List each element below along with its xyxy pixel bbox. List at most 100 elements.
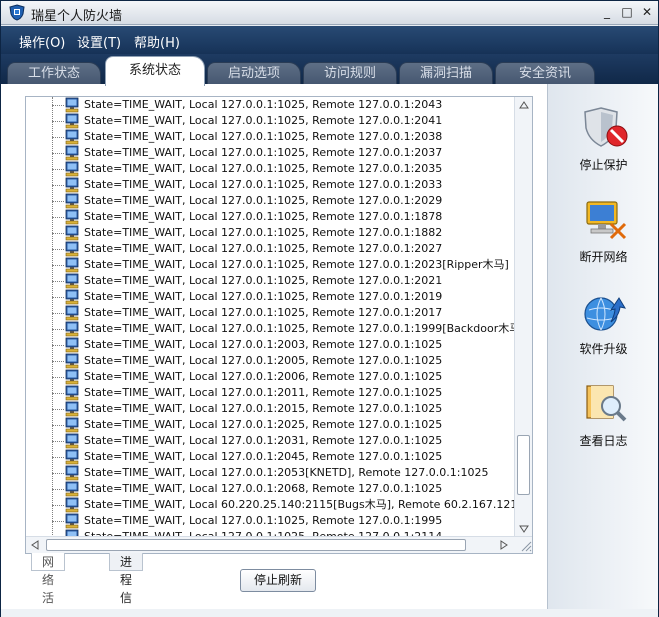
scroll-right-icon[interactable]	[498, 539, 510, 551]
stop-protection-label: 停止保护	[579, 158, 628, 172]
connection-row[interactable]: State=TIME_WAIT, Local 127.0.0.1:1025, R…	[26, 513, 514, 529]
horizontal-scroll-thumb[interactable]	[46, 539, 466, 551]
connection-row[interactable]: State=TIME_WAIT, Local 127.0.0.1:2025, R…	[26, 417, 514, 433]
connection-row[interactable]: State=TIME_WAIT, Local 127.0.0.1:2045, R…	[26, 449, 514, 465]
tab-vuln-scan[interactable]: 漏洞扫描	[399, 62, 493, 84]
menu-help[interactable]: 帮助(H)	[134, 32, 180, 51]
stop-refresh-button[interactable]: 停止刷新	[240, 569, 316, 592]
network-connection-icon	[65, 289, 79, 305]
menu-operate[interactable]: 操作(O)	[19, 32, 65, 51]
connection-text: State=TIME_WAIT, Local 127.0.0.1:1025, R…	[84, 194, 443, 207]
minimize-button[interactable]: _	[600, 4, 614, 20]
connection-text: State=TIME_WAIT, Local 127.0.0.1:1025, R…	[84, 274, 443, 287]
connection-row[interactable]: State=TIME_WAIT, Local 127.0.0.1:1025, R…	[26, 113, 514, 129]
network-connection-icon	[65, 129, 79, 145]
tree-branch	[52, 489, 64, 490]
tree-branch	[52, 201, 64, 202]
network-connection-icon	[65, 113, 79, 129]
resize-grip-icon[interactable]	[518, 538, 532, 552]
connection-text: State=TIME_WAIT, Local 127.0.0.1:1025, R…	[84, 290, 443, 303]
connection-row[interactable]: State=TIME_WAIT, Local 127.0.0.1:1025, R…	[26, 177, 514, 193]
view-log-button[interactable]: 查看日志	[548, 380, 659, 460]
menu-settings[interactable]: 设置(T)	[77, 32, 121, 51]
subtab-network-activity[interactable]: 网络活动	[31, 553, 66, 617]
stop-protection-button[interactable]: 停止保护	[548, 104, 659, 184]
connection-row[interactable]: State=TIME_WAIT, Local 127.0.0.1:2068, R…	[26, 481, 514, 497]
tree-branch	[52, 345, 64, 346]
connection-row[interactable]: State=TIME_WAIT, Local 127.0.0.1:1025, R…	[26, 129, 514, 145]
tree-branch	[52, 281, 64, 282]
tree-branch	[52, 297, 64, 298]
shield-logo-icon	[9, 4, 25, 21]
vertical-scrollbar[interactable]	[514, 97, 532, 537]
connection-row[interactable]: State=TIME_WAIT, Local 127.0.0.1:1025, R…	[26, 209, 514, 225]
network-connection-icon	[65, 145, 79, 161]
connection-row[interactable]: State=TIME_WAIT, Local 127.0.0.1:2003, R…	[26, 337, 514, 353]
network-connection-icon	[65, 401, 79, 417]
shield-stop-icon	[584, 107, 628, 147]
scroll-up-icon[interactable]	[518, 99, 530, 111]
scroll-down-icon[interactable]	[518, 523, 530, 535]
connection-row[interactable]: State=TIME_WAIT, Local 127.0.0.1:1025, R…	[26, 257, 514, 273]
connection-row[interactable]: State=TIME_WAIT, Local 127.0.0.1:2015, R…	[26, 401, 514, 417]
subtab-process-info[interactable]: 进程信息	[109, 553, 144, 617]
tab-startup-options[interactable]: 启动选项	[207, 62, 301, 84]
connection-text: State=TIME_WAIT, Local 127.0.0.1:1025, R…	[84, 322, 514, 335]
connection-row[interactable]: State=TIME_WAIT, Local 127.0.0.1:2005, R…	[26, 353, 514, 369]
bottom-strip	[1, 609, 658, 617]
disconnect-network-button[interactable]: 断开网络	[548, 196, 659, 276]
connection-text: State=TIME_WAIT, Local 127.0.0.1:2031, R…	[84, 434, 443, 447]
horizontal-scrollbar[interactable]	[26, 536, 532, 553]
tree-branch	[52, 425, 64, 426]
tab-work-status[interactable]: 工作状态	[7, 62, 101, 84]
connection-row[interactable]: State=TIME_WAIT, Local 127.0.0.1:1025, R…	[26, 97, 514, 113]
title-bar[interactable]: 瑞星个人防火墙 _ □ ✕	[1, 1, 658, 25]
connection-text: State=TIME_WAIT, Local 127.0.0.1:1025, R…	[84, 226, 443, 239]
tree-branch	[52, 505, 64, 506]
connection-row[interactable]: State=TIME_WAIT, Local 127.0.0.1:1025, R…	[26, 241, 514, 257]
connection-row[interactable]: State=TIME_WAIT, Local 127.0.0.1:2053[KN…	[26, 465, 514, 481]
connection-row[interactable]: State=TIME_WAIT, Local 127.0.0.1:2031, R…	[26, 433, 514, 449]
network-connection-icon	[65, 465, 79, 481]
connection-text: State=TIME_WAIT, Local 127.0.0.1:1025, R…	[84, 98, 443, 111]
network-connection-icon	[65, 433, 79, 449]
network-connection-icon	[65, 385, 79, 401]
connection-text: State=TIME_WAIT, Local 127.0.0.1:2006, R…	[84, 370, 443, 383]
tree-branch	[52, 313, 64, 314]
maximize-button[interactable]: □	[620, 4, 634, 20]
tree-branch	[52, 393, 64, 394]
tree-branch	[52, 169, 64, 170]
connection-row[interactable]: State=TIME_WAIT, Local 127.0.0.1:1025, R…	[26, 305, 514, 321]
connection-text: State=TIME_WAIT, Local 127.0.0.1:1025, R…	[84, 162, 443, 175]
connection-row[interactable]: State=TIME_WAIT, Local 127.0.0.1:1025, R…	[26, 161, 514, 177]
vertical-scroll-thumb[interactable]	[517, 435, 530, 495]
network-connection-icon	[65, 353, 79, 369]
connection-row[interactable]: State=TIME_WAIT, Local 127.0.0.1:1025, R…	[26, 289, 514, 305]
connection-row[interactable]: State=TIME_WAIT, Local 127.0.0.1:1025, R…	[26, 321, 514, 337]
connection-row[interactable]: State=TIME_WAIT, Local 60.220.25.140:211…	[26, 497, 514, 513]
action-sidebar: 停止保护 断开网络 软件升级 查看日志	[547, 84, 658, 617]
connection-row[interactable]: State=TIME_WAIT, Local 127.0.0.1:2006, R…	[26, 369, 514, 385]
connection-row[interactable]: State=TIME_WAIT, Local 127.0.0.1:1025, R…	[26, 273, 514, 289]
network-connection-icon	[65, 161, 79, 177]
tree-branch	[52, 409, 64, 410]
tab-security-news[interactable]: 安全资讯	[495, 62, 595, 84]
connection-row[interactable]: State=TIME_WAIT, Local 127.0.0.1:2011, R…	[26, 385, 514, 401]
close-button[interactable]: ✕	[640, 4, 654, 20]
menu-bar: 操作(O) 设置(T) 帮助(H)	[1, 26, 658, 54]
connection-row[interactable]: State=TIME_WAIT, Local 127.0.0.1:1025, R…	[26, 145, 514, 161]
connection-text: State=TIME_WAIT, Local 127.0.0.1:1025, R…	[84, 130, 443, 143]
software-upgrade-button[interactable]: 软件升级	[548, 288, 659, 368]
scroll-left-icon[interactable]	[29, 539, 41, 551]
tab-access-rules[interactable]: 访问规则	[303, 62, 397, 84]
tab-system-status[interactable]: 系统状态	[105, 56, 205, 86]
connection-row[interactable]: State=TIME_WAIT, Local 127.0.0.1:1025, R…	[26, 225, 514, 241]
firewall-window: 瑞星个人防火墙 _ □ ✕ 操作(O) 设置(T) 帮助(H) 工作状态 系统状…	[0, 0, 659, 617]
connection-text: State=TIME_WAIT, Local 127.0.0.1:1025, R…	[84, 210, 443, 223]
connection-row[interactable]: State=TIME_WAIT, Local 127.0.0.1:1025, R…	[26, 193, 514, 209]
network-connection-icon	[65, 513, 79, 529]
network-connection-icon	[65, 497, 79, 513]
connection-text: State=TIME_WAIT, Local 127.0.0.1:1025, R…	[84, 178, 443, 191]
log-magnifier-icon	[586, 385, 627, 422]
connection-list[interactable]: State=TIME_WAIT, Local 127.0.0.1:1025, R…	[26, 97, 514, 537]
